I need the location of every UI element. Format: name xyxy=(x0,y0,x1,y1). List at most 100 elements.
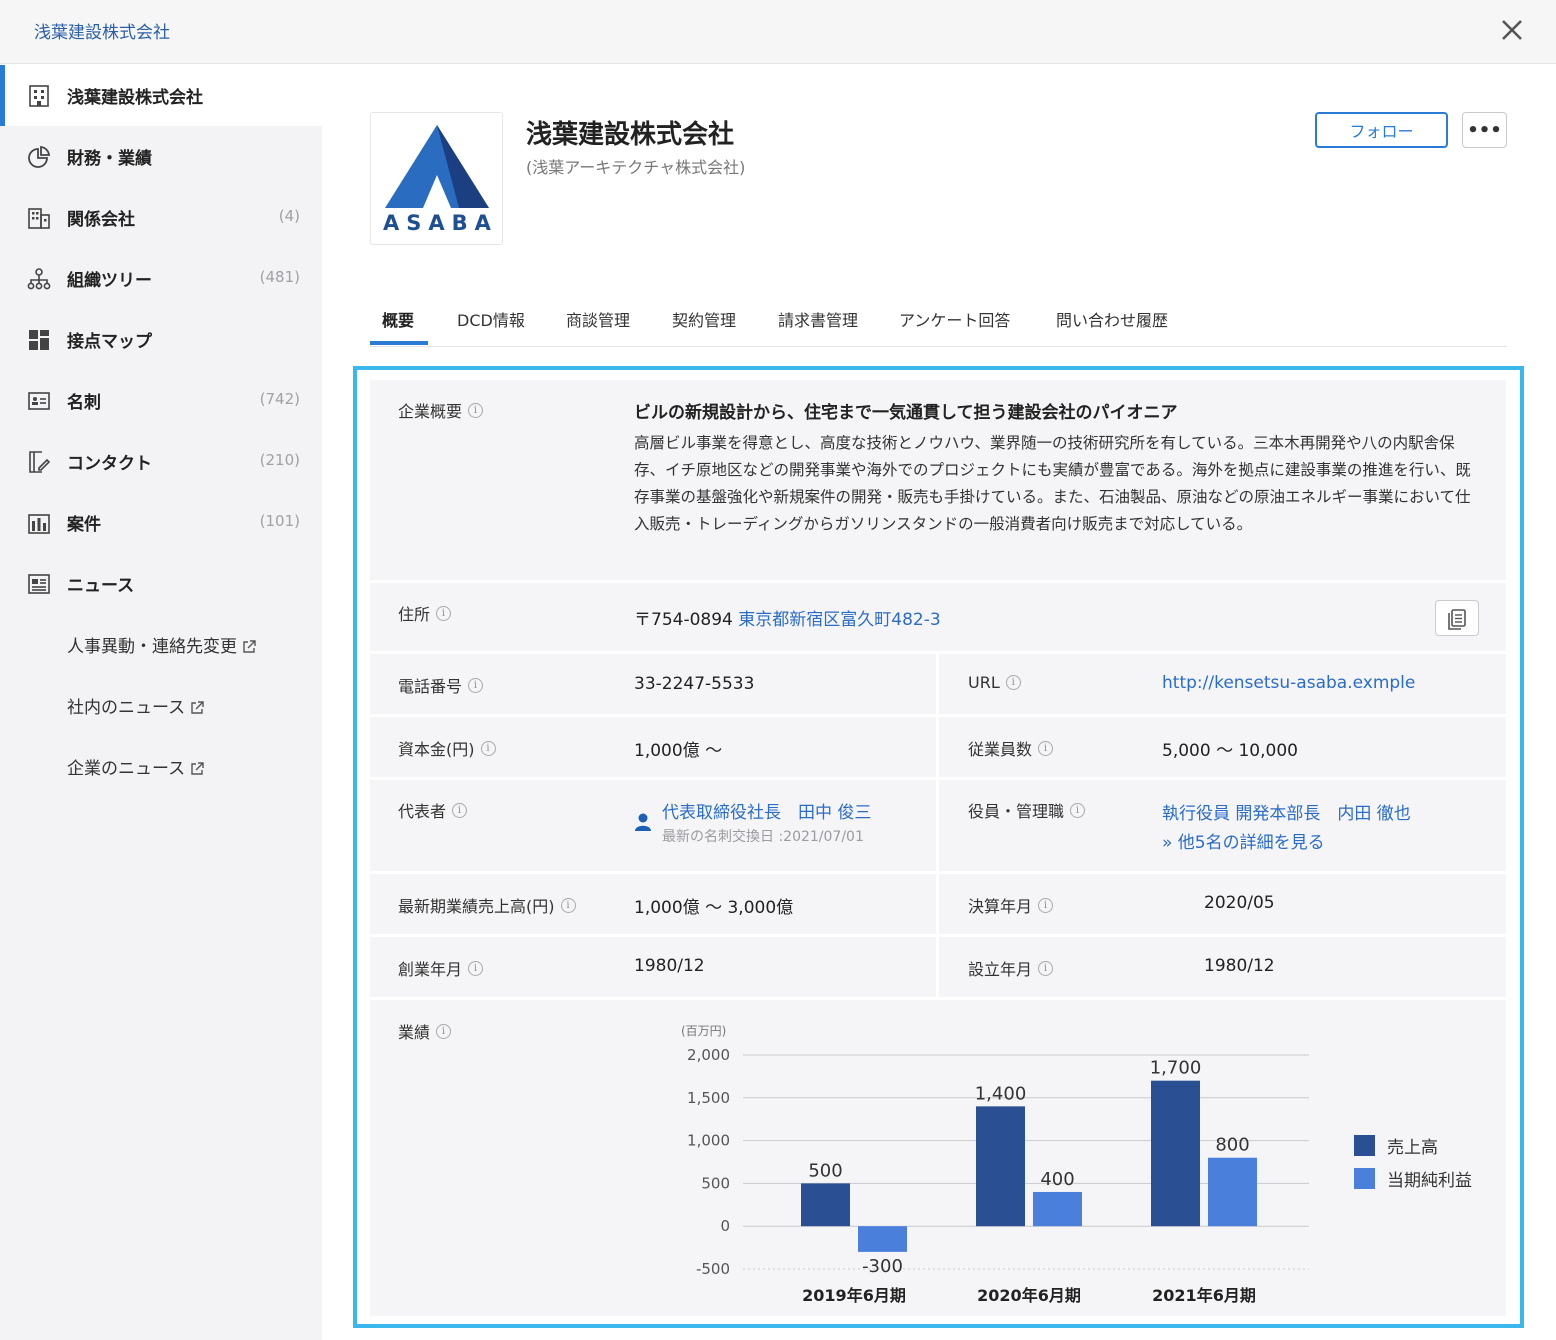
url-link[interactable]: http://kensetsu-asaba.exmple xyxy=(1162,673,1415,693)
sidebar-sub-personnel-changes[interactable]: 人事異動・連絡先変更 xyxy=(67,632,257,657)
sidebar-item-business-cards[interactable]: 名刺 (742) xyxy=(0,370,322,431)
overview-headline: ビルの新規設計から、住宅まで一気通貫して担う建設会社のパイオニア xyxy=(634,403,1178,423)
x-tick-label: 2019年6月期 xyxy=(802,1286,906,1305)
sidebar-item-count: (101) xyxy=(259,512,300,530)
pie-chart-icon xyxy=(28,145,51,168)
phone-label: 電話番号 i xyxy=(398,673,484,697)
sidebar-item-contacts[interactable]: コンタクト (210) xyxy=(0,431,322,492)
grid-icon xyxy=(29,330,49,350)
capital-value: 1,000億 ～ xyxy=(634,741,723,761)
company-logo: ASABA xyxy=(370,112,503,245)
sidebar-item-count: (481) xyxy=(259,268,300,286)
representative-label: 代表者 i xyxy=(398,798,468,822)
info-icon[interactable]: i xyxy=(436,605,452,621)
overview-description: 高層ビル事業を得意とし、高度な技術とノウハウ、業界随一の技術研究所を有している。… xyxy=(634,434,1471,533)
established-label: 設立年月 i xyxy=(968,956,1054,980)
tab-dcd-info[interactable]: DCD情報 xyxy=(457,307,525,331)
bar-net-income xyxy=(1208,1157,1257,1227)
company-logo-mark xyxy=(385,125,489,208)
sidebar-item-deals[interactable]: 案件 (101) xyxy=(0,492,322,553)
sales-value: 1,000億 ～ 3,000億 xyxy=(634,898,794,918)
legend-item-sales: 売上高 xyxy=(1354,1133,1438,1158)
info-icon[interactable]: i xyxy=(468,402,484,418)
y-tick-label: -500 xyxy=(696,1260,730,1278)
copy-icon xyxy=(1448,609,1466,630)
fiscal-label: 決算年月 i xyxy=(968,893,1054,917)
y-tick-label: 2,000 xyxy=(687,1046,730,1064)
data-label: 1,400 xyxy=(975,1083,1027,1104)
info-icon[interactable]: i xyxy=(1038,897,1054,913)
bar-sales xyxy=(1151,1080,1200,1227)
person-icon xyxy=(635,813,651,831)
info-icon[interactable]: i xyxy=(468,677,484,693)
sidebar-item-contact-map[interactable]: 接点マップ xyxy=(0,309,322,370)
sidebar-item-finance[interactable]: 財務・業績 xyxy=(0,126,322,187)
legend-label: 当期純利益 xyxy=(1387,1171,1472,1191)
officer-link[interactable]: 執行役員 開発本部長 内田 徹也 xyxy=(1162,799,1411,824)
news-icon xyxy=(28,574,50,594)
postal-code: 〒754-0894 xyxy=(634,610,733,630)
breadcrumb[interactable]: 浅葉建設株式会社 xyxy=(34,18,170,43)
sidebar-sub-company-news[interactable]: 企業のニュース xyxy=(67,754,205,779)
officers-more-link[interactable]: » 他5名の詳細を見る xyxy=(1162,828,1325,853)
sidebar-item-label: コンタクト xyxy=(67,454,152,474)
data-label: 500 xyxy=(808,1160,842,1181)
info-icon[interactable]: i xyxy=(1070,802,1086,818)
sidebar-sub-internal-news[interactable]: 社内のニュース xyxy=(67,693,205,718)
representative-link[interactable]: 代表取締役社長 田中 俊三 xyxy=(662,798,871,823)
address-link[interactable]: 東京都新宿区富久町482-3 xyxy=(738,610,940,630)
results-label: 業績 i xyxy=(398,1019,452,1043)
info-icon[interactable]: i xyxy=(1038,960,1054,976)
sidebar-sub-label: 企業のニュース xyxy=(67,759,186,779)
close-icon[interactable] xyxy=(1496,14,1528,46)
external-link-icon xyxy=(191,761,204,775)
info-icon[interactable]: i xyxy=(1005,675,1021,690)
tab-invoices[interactable]: 請求書管理 xyxy=(778,307,858,331)
sidebar-item-news[interactable]: ニュース xyxy=(0,553,322,614)
legend-swatch xyxy=(1354,1135,1375,1156)
info-icon[interactable]: i xyxy=(560,897,576,913)
info-icon[interactable]: i xyxy=(468,960,484,976)
company-name: 浅葉建設株式会社 xyxy=(526,120,735,150)
sidebar-item-company[interactable]: 浅葉建設株式会社 xyxy=(0,65,322,126)
y-unit-label: (百万円) xyxy=(681,1024,726,1038)
capital-label: 資本金(円) i xyxy=(398,736,496,760)
tab-survey[interactable]: アンケート回答 xyxy=(899,307,1010,331)
founded-value: 1980/12 xyxy=(634,956,705,976)
employees-label: 従業員数 i xyxy=(968,736,1054,760)
sidebar-item-label: 名刺 xyxy=(67,393,101,413)
sidebar-item-count: (742) xyxy=(259,390,300,408)
external-link-icon xyxy=(243,639,256,653)
sidebar-item-count: (4) xyxy=(278,207,300,225)
follow-button[interactable]: フォロー xyxy=(1315,112,1448,148)
tab-overview[interactable]: 概要 xyxy=(382,307,414,331)
tab-bar: 概要 DCD情報 商談管理 契約管理 請求書管理 アンケート回答 問い合わせ履歴 xyxy=(370,290,1507,347)
tab-inquiry-history[interactable]: 問い合わせ履歴 xyxy=(1056,307,1168,331)
tab-contracts[interactable]: 契約管理 xyxy=(672,307,736,331)
data-label: 1,700 xyxy=(1150,1058,1202,1079)
sidebar: 浅葉建設株式会社 財務・業績 関係会社 (4) 組織ツリー (481) 接点マッ… xyxy=(0,65,322,1340)
sidebar-item-label: ニュース xyxy=(67,576,135,596)
sidebar-sub-label: 社内のニュース xyxy=(67,698,186,718)
sidebar-item-related-companies[interactable]: 関係会社 (4) xyxy=(0,187,322,248)
results-bar-chart: (百万円) 2,000 1,500 1,000 500 0 -500 500 1,400 1,70… xyxy=(681,1024,1309,1305)
copy-address-button[interactable] xyxy=(1435,600,1479,636)
company-sub-name: (浅葉アーキテクチャ株式会社) xyxy=(526,158,746,177)
legend-item-net-income: 当期純利益 xyxy=(1354,1166,1472,1191)
info-icon[interactable]: i xyxy=(480,740,496,756)
x-tick-label: 2021年6月期 xyxy=(1152,1286,1256,1305)
data-label: 400 xyxy=(1040,1169,1074,1190)
y-tick-label: 1,000 xyxy=(687,1132,730,1150)
info-icon[interactable]: i xyxy=(452,802,468,818)
tab-active-indicator xyxy=(370,341,428,345)
y-tick-label: 1,500 xyxy=(687,1089,730,1107)
sidebar-item-org-tree[interactable]: 組織ツリー (481) xyxy=(0,248,322,309)
sidebar-item-label: 浅葉建設株式会社 xyxy=(67,88,203,108)
row-officers xyxy=(939,780,1506,871)
info-icon[interactable]: i xyxy=(1038,740,1054,756)
more-options-button[interactable]: ••• xyxy=(1462,112,1507,148)
tab-negotiation[interactable]: 商談管理 xyxy=(566,307,630,331)
legend-swatch xyxy=(1354,1168,1375,1189)
info-icon[interactable]: i xyxy=(436,1023,452,1039)
officers-label: 役員・管理職 i xyxy=(968,798,1086,822)
